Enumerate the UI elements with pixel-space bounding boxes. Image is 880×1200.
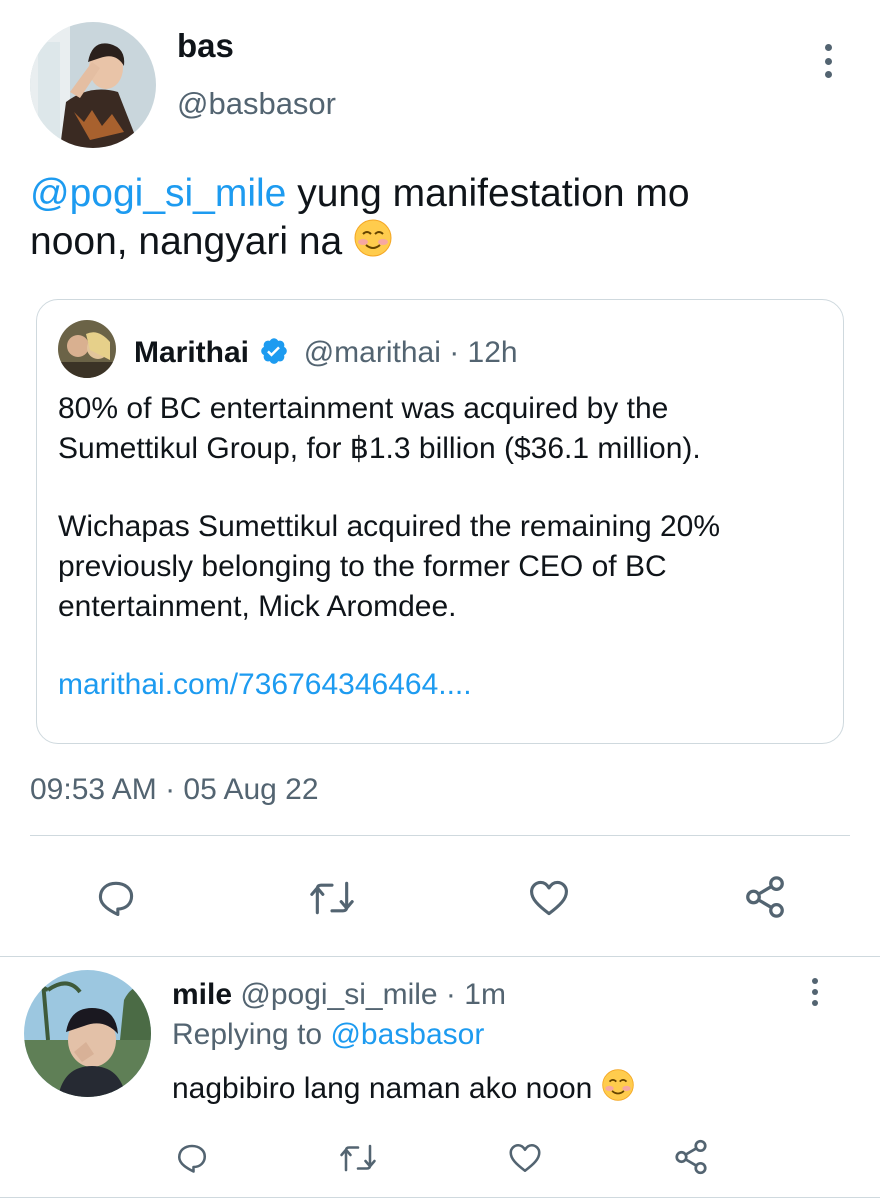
replying-to-label: Replying to	[172, 1018, 331, 1051]
reply-time-separator: ·	[437, 978, 465, 1011]
quoted-time[interactable]: 12h	[468, 336, 518, 369]
smiling-face-emoji-icon	[353, 218, 393, 270]
tweet-text-line2: noon, nangyari na	[30, 220, 343, 263]
reply-author-name[interactable]: mile	[172, 978, 232, 1011]
like-icon[interactable]	[524, 874, 574, 922]
quoted-author-name[interactable]: Marithai	[134, 336, 249, 369]
tweet-timestamp[interactable]: 09:53 AM · 05 Aug 22	[30, 771, 319, 809]
quoted-author-handle[interactable]: @marithai	[304, 336, 441, 369]
reply-reply-icon[interactable]	[172, 1138, 212, 1178]
quoted-body-line: Wichapas Sumettikul acquired the remaini…	[58, 510, 721, 543]
quoted-tweet-body: 80% of BC entertainment was acquired by …	[58, 389, 828, 705]
reply-author-handle[interactable]: @pogi_si_mile	[240, 978, 437, 1011]
thread-divider	[0, 956, 880, 957]
tweet-text-line1: yung manifestation mo	[286, 172, 690, 215]
timestamp-divider	[30, 835, 850, 836]
author-name[interactable]: bas	[177, 26, 234, 66]
reply-time[interactable]: 1m	[464, 978, 506, 1011]
smiling-face-emoji-icon	[601, 1068, 635, 1113]
reply-like-icon[interactable]	[504, 1138, 546, 1178]
reply-author-row: mile @pogi_si_mile · 1m	[172, 976, 506, 1014]
mention-link[interactable]: @pogi_si_mile	[30, 172, 286, 215]
share-icon[interactable]	[740, 872, 790, 922]
more-options-icon[interactable]	[823, 44, 833, 78]
reply-text-content: nagbibiro lang naman ako noon	[172, 1072, 593, 1105]
reply-more-options-icon[interactable]	[810, 978, 820, 1006]
quoted-link[interactable]: marithai.com/736764346464....	[58, 665, 828, 705]
reply-author-avatar[interactable]	[24, 970, 151, 1097]
quoted-body-line: entertainment, Mick Aromdee.	[58, 590, 457, 623]
author-handle[interactable]: @basbasor	[177, 84, 336, 124]
quoted-author-row: Marithai @marithai · 12h	[134, 334, 518, 376]
quoted-body-line: previously belonging to the former CEO o…	[58, 550, 667, 583]
retweet-icon[interactable]	[306, 874, 358, 922]
reply-bottom-divider	[0, 1197, 880, 1198]
reply-share-icon[interactable]	[670, 1136, 712, 1178]
reply-text: nagbibiro lang naman ako noon	[172, 1068, 635, 1113]
quoted-body-line: Sumettikul Group, for ฿1.3 billion ($36.…	[58, 432, 701, 465]
verified-badge-icon	[259, 336, 289, 376]
quoted-author-avatar[interactable]	[58, 320, 116, 378]
replying-to: Replying to @basbasor	[172, 1016, 484, 1054]
reply-retweet-icon[interactable]	[336, 1138, 380, 1178]
quoted-time-separator: ·	[440, 336, 468, 369]
quoted-body-line: 80% of BC entertainment was acquired by …	[58, 392, 669, 425]
reply-icon[interactable]	[92, 874, 140, 922]
tweet-text: @pogi_si_mile yung manifestation mo noon…	[30, 170, 850, 270]
replying-to-handle[interactable]: @basbasor	[330, 1018, 484, 1051]
author-avatar[interactable]	[30, 22, 156, 148]
